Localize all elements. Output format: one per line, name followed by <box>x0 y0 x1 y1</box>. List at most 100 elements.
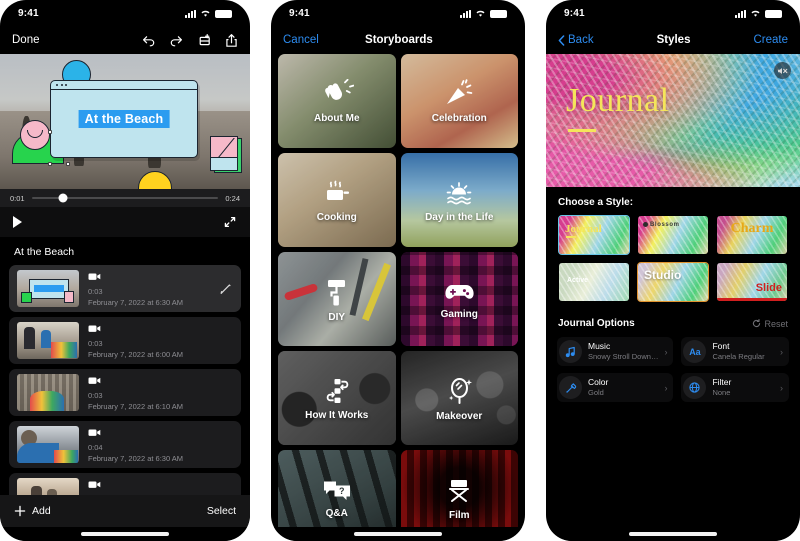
option-title: Filter <box>712 377 732 388</box>
storyboard-tile-diy[interactable]: DIY <box>278 252 396 346</box>
storyboard-tile-how-it-works[interactable]: How It Works <box>278 351 396 445</box>
table-row[interactable]: 0:03 February 7, 2022 at 6:10 AM <box>9 369 241 416</box>
selection-handle[interactable] <box>66 162 70 166</box>
tile-label: Makeover <box>436 410 483 422</box>
play-icon[interactable] <box>13 216 22 228</box>
undo-icon[interactable] <box>141 34 156 47</box>
add-button[interactable]: Add <box>14 505 51 517</box>
status-bar: 9:41 <box>271 0 525 26</box>
storyboard-tile-day-in-the-life[interactable]: Day in the Life <box>400 153 518 247</box>
selection-handle[interactable] <box>48 130 52 134</box>
wifi-icon <box>201 10 210 17</box>
scrubber-knob[interactable] <box>58 193 68 203</box>
table-row[interactable]: 0:03 February 7, 2022 at 6:30 AM <box>9 265 241 312</box>
battery-icon <box>490 9 507 18</box>
clip-thumbnail <box>17 426 79 463</box>
scrubber-track[interactable] <box>31 193 219 203</box>
storyboard-tile-cooking[interactable]: Cooking <box>278 153 396 247</box>
pencil-icon[interactable] <box>219 282 232 295</box>
crop-add-icon[interactable] <box>197 33 212 47</box>
speaker-mute-icon[interactable] <box>774 62 791 79</box>
tile-label: How It Works <box>305 409 369 421</box>
style-options-grid[interactable]: Music Snowy Stroll Down… › Aa Font Canel… <box>546 337 800 402</box>
clip-date: February 7, 2022 at 6:30 AM <box>88 453 184 463</box>
expand-icon[interactable] <box>223 215 237 229</box>
storyboard-tile-film[interactable]: Film <box>400 450 518 527</box>
video-camera-icon <box>88 325 101 333</box>
choose-style-label: Choose a Style: <box>558 197 634 208</box>
note-cards-sticker[interactable] <box>210 136 242 174</box>
storyboard-tile-gaming[interactable]: Gaming <box>400 252 518 346</box>
style-preview[interactable]: Journal <box>546 54 800 187</box>
editor-nav-bar: Done <box>0 26 250 54</box>
redo-icon[interactable] <box>169 34 184 47</box>
option-title: Music <box>588 341 611 352</box>
back-button[interactable]: Back <box>558 34 594 46</box>
cellular-bars-icon <box>735 9 746 18</box>
timeline-scrubber[interactable]: 0:01 0:24 <box>0 189 250 207</box>
style-thumb-journal[interactable]: Journal <box>558 215 630 255</box>
tile-label: Q&A <box>325 507 348 519</box>
reset-label: Reset <box>764 318 788 329</box>
storyboard-grid[interactable]: About Me Celebration Cooking Day in the … <box>271 54 525 527</box>
option-filter[interactable]: Filter None › <box>681 373 789 402</box>
add-label: Add <box>32 505 51 517</box>
chevron-right-icon[interactable]: › <box>780 383 787 393</box>
tile-label: Day in the Life <box>425 211 494 223</box>
share-icon[interactable] <box>225 33 238 48</box>
chevron-left-icon <box>558 34 565 46</box>
select-button[interactable]: Select <box>207 505 236 517</box>
status-bar: 9:41 <box>0 0 250 26</box>
chevron-right-icon[interactable]: › <box>780 347 787 357</box>
tile-label: About Me <box>313 112 360 124</box>
font-aa-icon: Aa <box>683 340 707 363</box>
style-thumb-studio[interactable]: Studio <box>637 262 709 302</box>
table-row[interactable]: 0:04 February 7, 2022 at 6:30 AM <box>9 421 241 468</box>
title-underline <box>568 129 596 132</box>
status-time: 9:41 <box>564 7 585 19</box>
chevron-right-icon[interactable]: › <box>664 383 671 393</box>
wifi-icon <box>751 10 760 17</box>
cellular-bars-icon <box>185 9 196 18</box>
status-time: 9:41 <box>289 7 310 19</box>
status-bar: 9:41 <box>546 0 800 26</box>
create-button[interactable]: Create <box>753 34 788 46</box>
option-font[interactable]: Aa Font Canela Regular › <box>681 337 789 366</box>
storyboard-tile-celebration[interactable]: Celebration <box>400 54 518 148</box>
battery-icon <box>765 9 782 18</box>
storyboard-tile-qa[interactable]: ? Q&A <box>278 450 396 527</box>
video-preview[interactable]: At the Beach <box>0 54 250 189</box>
video-camera-icon <box>88 429 101 437</box>
chevron-right-icon[interactable]: › <box>664 347 671 357</box>
phone-panel-styles: 9:41 Back Styles Create Journal Choose a… <box>546 0 800 541</box>
clip-list[interactable]: 0:03 February 7, 2022 at 6:30 AM 0:03 Fe… <box>0 265 250 495</box>
style-thumb-label: Studio <box>644 268 682 282</box>
wifi-icon <box>476 10 485 17</box>
style-thumb-charm[interactable]: Charm <box>716 215 788 255</box>
eyedropper-icon <box>559 376 582 399</box>
style-thumb-slide[interactable]: Slide <box>716 262 788 302</box>
table-row[interactable]: 0:03 February 7, 2022 at 6:40 AM <box>9 473 241 495</box>
style-thumb-label: Active <box>567 277 589 284</box>
cancel-button[interactable]: Cancel <box>283 34 319 46</box>
options-header: Journal Options Reset <box>546 302 800 337</box>
style-thumb-blossom[interactable]: Blossom <box>637 215 709 255</box>
reset-button[interactable]: Reset <box>752 319 788 329</box>
clip-meta: 0:03 February 7, 2022 at 6:00 AM <box>88 321 233 359</box>
selection-handle[interactable] <box>48 162 52 166</box>
clip-duration: 0:03 <box>88 287 103 297</box>
svg-text:?: ? <box>339 486 345 496</box>
style-grid[interactable]: Journal Blossom Charm Active Studio Slid… <box>546 215 800 302</box>
back-label: Back <box>568 34 594 46</box>
option-color[interactable]: Color Gold › <box>557 373 674 402</box>
table-row[interactable]: 0:03 February 7, 2022 at 6:00 AM <box>9 317 241 364</box>
text-card-sticker[interactable]: At the Beach <box>50 80 198 158</box>
clip-thumbnail <box>17 478 79 495</box>
styles-nav-bar: Back Styles Create <box>546 26 800 54</box>
storyboard-tile-about-me[interactable]: About Me <box>278 54 396 148</box>
storyboard-tile-makeover[interactable]: Makeover <box>400 351 518 445</box>
style-thumb-active[interactable]: Active <box>558 262 630 302</box>
option-music[interactable]: Music Snowy Stroll Down… › <box>557 337 674 366</box>
done-button[interactable]: Done <box>12 34 40 46</box>
clapping-hands-icon <box>324 78 354 100</box>
